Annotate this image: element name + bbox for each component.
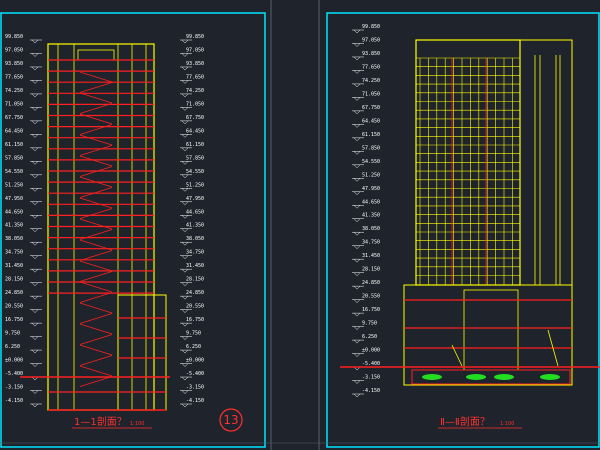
s1-right-level-label: -5.400 bbox=[186, 371, 204, 377]
s1-left-level-label: 67.750 bbox=[5, 115, 23, 121]
s1-right-level-label: 34.750 bbox=[186, 250, 204, 256]
s1-left-level-label: 99.850 bbox=[5, 34, 23, 40]
s2-left-level-label: 28.150 bbox=[362, 267, 380, 273]
s1-right-level-label: 24.850 bbox=[186, 290, 204, 296]
s1-left-level-label: 9.750 bbox=[5, 331, 20, 337]
s2-left-level-label: -3.150 bbox=[362, 375, 380, 381]
s2-left-level-label: 99.850 bbox=[362, 24, 380, 30]
s2-left-level-label: 34.750 bbox=[362, 240, 380, 246]
s2-left-level-label: 97.050 bbox=[362, 37, 380, 43]
s1-right-level-label: 71.050 bbox=[186, 101, 204, 107]
section-2-car-c bbox=[494, 374, 514, 380]
s1-right-level-label: 41.350 bbox=[186, 223, 204, 229]
s2-left-level-label: 93.850 bbox=[362, 51, 380, 57]
s1-left-level-label: 54.550 bbox=[5, 169, 23, 175]
sheet-number-badge-label: 13 bbox=[223, 413, 238, 427]
s1-right-level-label: 6.250 bbox=[186, 344, 201, 350]
s2-left-level-label: 54.550 bbox=[362, 159, 380, 165]
s1-right-level-label: 67.750 bbox=[186, 115, 204, 121]
s1-right-level-label: 28.150 bbox=[186, 277, 204, 283]
section-2-title: Ⅱ—Ⅱ剖面？ bbox=[440, 415, 490, 428]
s2-left-level-label: 47.950 bbox=[362, 186, 380, 192]
s1-right-level-label: 64.450 bbox=[186, 128, 204, 134]
s1-left-level-label: 34.750 bbox=[5, 250, 23, 256]
s2-left-level-label: 51.250 bbox=[362, 172, 380, 178]
s2-left-level-label: 41.350 bbox=[362, 213, 380, 219]
s1-left-level-label: -4.150 bbox=[5, 398, 23, 404]
s1-left-level-label: 97.050 bbox=[5, 47, 23, 53]
s2-left-level-label: 20.550 bbox=[362, 294, 380, 300]
s1-left-level-label: 77.650 bbox=[5, 74, 23, 80]
s2-left-level-label: 64.450 bbox=[362, 118, 380, 124]
s2-left-level-label: 67.750 bbox=[362, 105, 380, 111]
s1-left-level-label: 47.950 bbox=[5, 196, 23, 202]
s1-right-level-label: 38.050 bbox=[186, 236, 204, 242]
s1-left-level-label: 31.450 bbox=[5, 263, 23, 269]
s1-right-level-label: 16.750 bbox=[186, 317, 204, 323]
s2-left-level-label: 6.250 bbox=[362, 334, 377, 340]
section-2-car-d bbox=[540, 374, 560, 380]
s1-right-level-label: 31.450 bbox=[186, 263, 204, 269]
s1-left-level-label: 24.850 bbox=[5, 290, 23, 296]
s1-left-level-label: 51.250 bbox=[5, 182, 23, 188]
s1-left-level-label: 41.350 bbox=[5, 223, 23, 229]
s1-left-level-label: 6.250 bbox=[5, 344, 20, 350]
s1-left-level-label: 16.750 bbox=[5, 317, 23, 323]
s2-left-level-label: ±0.000 bbox=[362, 348, 380, 354]
s1-right-level-label: ±0.000 bbox=[186, 358, 204, 364]
s2-left-level-label: 24.850 bbox=[362, 280, 380, 286]
section-2-scale: 1:100 bbox=[500, 421, 514, 427]
s1-right-level-label: 9.750 bbox=[186, 331, 201, 337]
s1-right-level-label: 47.950 bbox=[186, 196, 204, 202]
s1-right-level-label: 51.250 bbox=[186, 182, 204, 188]
s1-left-level-label: 28.150 bbox=[5, 277, 23, 283]
s2-left-level-label: 38.050 bbox=[362, 226, 380, 232]
s2-left-level-label: 71.050 bbox=[362, 91, 380, 97]
s1-right-level-label: -3.150 bbox=[186, 385, 204, 391]
s1-right-level-label: 61.150 bbox=[186, 142, 204, 148]
s1-left-level-label: 20.550 bbox=[5, 304, 23, 310]
s2-left-level-label: 44.650 bbox=[362, 199, 380, 205]
s1-left-level-label: -5.400 bbox=[5, 371, 23, 377]
s1-right-level-label: 20.550 bbox=[186, 304, 204, 310]
s2-left-level-label: -5.400 bbox=[362, 361, 380, 367]
s1-right-level-label: 57.850 bbox=[186, 155, 204, 161]
section-1-title: 1—1剖面？ bbox=[74, 415, 127, 428]
s2-left-level-label: 31.450 bbox=[362, 253, 380, 259]
s1-left-level-label: 38.050 bbox=[5, 236, 23, 242]
s2-left-level-label: 16.750 bbox=[362, 307, 380, 313]
s1-right-level-label: 44.650 bbox=[186, 209, 204, 215]
s1-left-level-label: 71.050 bbox=[5, 101, 23, 107]
s2-left-level-label: 9.750 bbox=[362, 321, 377, 327]
s1-right-level-label: 74.250 bbox=[186, 88, 204, 94]
s1-left-level-label: 74.250 bbox=[5, 88, 23, 94]
s1-left-level-label: 57.850 bbox=[5, 155, 23, 161]
section-1-scale: 1:100 bbox=[130, 421, 144, 427]
s1-right-level-label: 93.850 bbox=[186, 61, 204, 67]
cad-drawing-canvas: 99.850 97.050 93.850 77.650 74.250 71.050 67.7… bbox=[0, 0, 600, 450]
s2-left-level-label: 57.850 bbox=[362, 145, 380, 151]
s1-right-level-label: -4.150 bbox=[186, 398, 204, 404]
s2-left-level-label: 74.250 bbox=[362, 78, 380, 84]
s2-left-level-label: -4.150 bbox=[362, 388, 380, 394]
background bbox=[0, 0, 600, 450]
s2-left-level-label: 61.150 bbox=[362, 132, 380, 138]
section-2-car-b bbox=[466, 374, 486, 380]
s1-left-level-label: 44.650 bbox=[5, 209, 23, 215]
s1-left-level-label: ±0.000 bbox=[5, 358, 23, 364]
s1-left-level-label: 64.450 bbox=[5, 128, 23, 134]
s2-left-level-label: 77.650 bbox=[362, 64, 380, 70]
s1-right-level-label: 77.650 bbox=[186, 74, 204, 80]
s1-right-level-label: 99.850 bbox=[186, 34, 204, 40]
section-2-car-a bbox=[422, 374, 442, 380]
s1-right-level-label: 54.550 bbox=[186, 169, 204, 175]
s1-left-level-label: 61.150 bbox=[5, 142, 23, 148]
s1-left-level-label: 93.850 bbox=[5, 61, 23, 67]
s1-left-level-label: -3.150 bbox=[5, 385, 23, 391]
s1-right-level-label: 97.050 bbox=[186, 47, 204, 53]
